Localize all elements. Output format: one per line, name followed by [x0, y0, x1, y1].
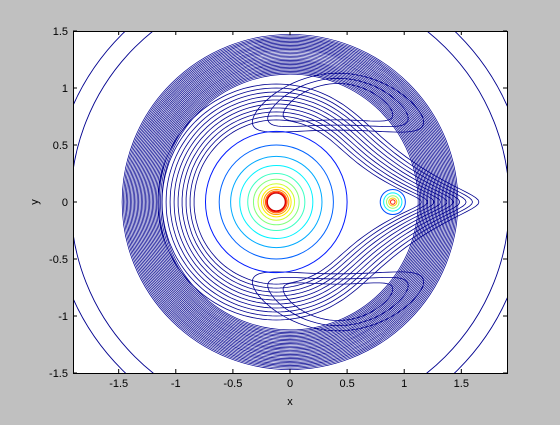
- x-tick-label: 0: [287, 378, 293, 390]
- y-tick-label: 1: [62, 83, 68, 95]
- x-tick-label: 1: [401, 378, 407, 390]
- x-tick-label: 1.5: [454, 378, 469, 390]
- x-tick-label: -1.5: [109, 378, 128, 390]
- x-tick-label: -1: [171, 378, 181, 390]
- x-tick-label: -0.5: [223, 378, 242, 390]
- x-axis-label: x: [287, 396, 293, 408]
- second-source-center: [391, 200, 395, 204]
- y-tick-label: 1.5: [53, 26, 68, 38]
- y-tick-label: -1.5: [49, 368, 68, 380]
- figure: -1.5 -1 -0.5 0 0.5 1 1.5 -1.5 -1 -0.5 0 0.5 1 1.5 x …: [0, 0, 560, 420]
- y-tick-label: 0.5: [53, 140, 68, 152]
- y-tick-label: -1: [58, 311, 68, 323]
- y-tick-label: -0.5: [49, 254, 68, 266]
- x-tick-label: 0.5: [339, 378, 354, 390]
- y-tick-label: 0: [62, 197, 68, 209]
- contour-plot: -1.5 -1 -0.5 0 0.5 1 1.5 -1.5-1-0.500.511.5 x …: [29, 26, 508, 408]
- y-axis-label: y: [29, 199, 41, 205]
- axes-background: [73, 31, 507, 373]
